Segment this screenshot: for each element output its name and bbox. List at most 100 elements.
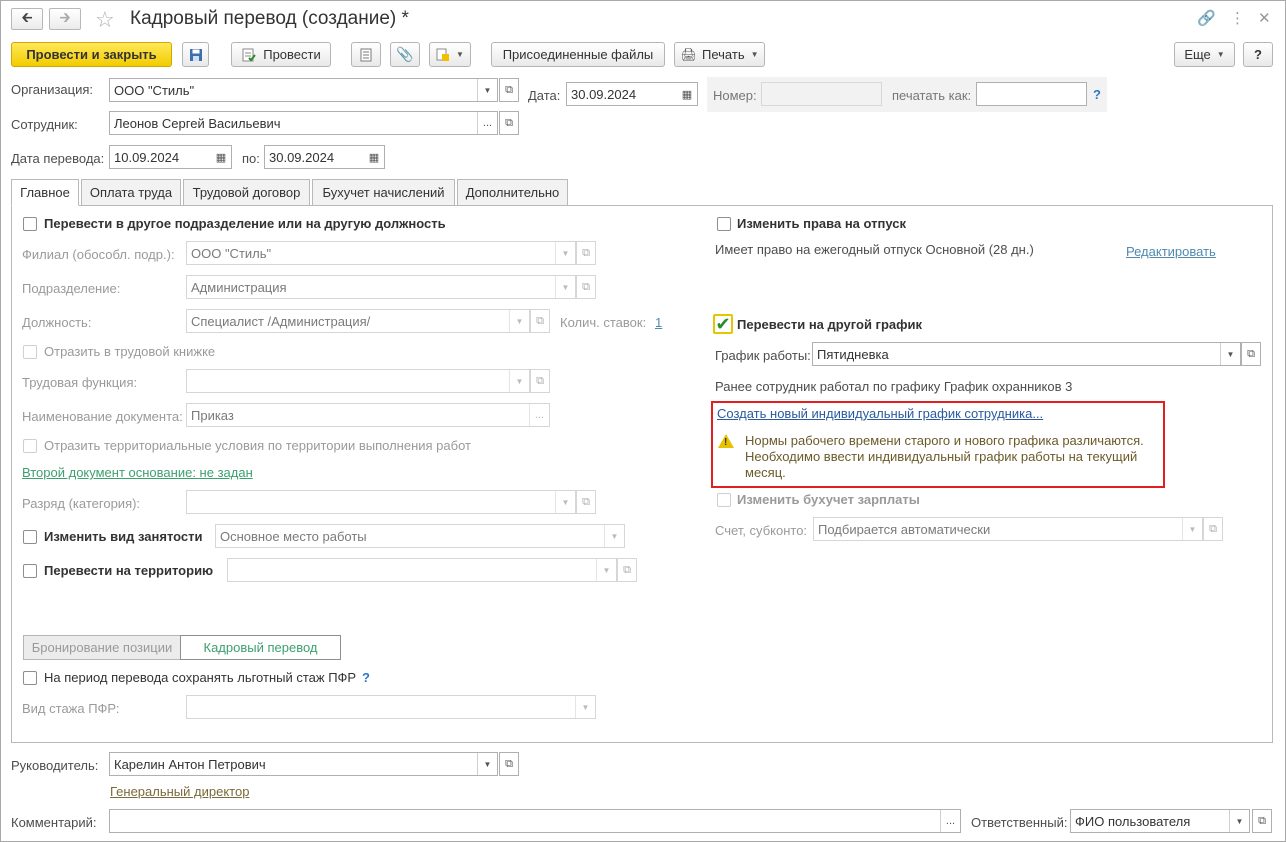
select-ellipsis-icon[interactable]: ...	[529, 404, 549, 426]
close-icon[interactable]: ✕	[1258, 9, 1271, 27]
tab-additional[interactable]: Дополнительно	[457, 179, 568, 206]
arrow-left-icon: 🡰	[21, 9, 33, 25]
post-and-close-button[interactable]: Провести и закрыть	[11, 42, 172, 67]
position-field[interactable]: Специалист /Администрация/ ▼	[186, 309, 530, 333]
create-based-on-button[interactable]: ▼	[429, 42, 471, 67]
post-icon	[242, 48, 257, 61]
tab-labor-contract[interactable]: Трудовой договор	[183, 179, 310, 206]
print-as-field[interactable]	[976, 82, 1087, 106]
more-button[interactable]: Еще ▼	[1174, 42, 1235, 67]
dropdown-icon[interactable]: ▼	[1220, 343, 1240, 365]
manager-open-button[interactable]: ⧉	[499, 752, 519, 776]
work-schedule-open-button[interactable]: ⧉	[1241, 342, 1261, 366]
link-icon[interactable]: 🔗	[1197, 9, 1216, 27]
branch-open-button[interactable]: ⧉	[576, 241, 596, 265]
account-field[interactable]: Подбирается автоматически ▼	[813, 517, 1203, 541]
department-open-button[interactable]: ⧉	[576, 275, 596, 299]
calendar-icon[interactable]: ▦	[211, 146, 231, 168]
open-icon: ⧉	[582, 246, 590, 259]
territorial-checkbox[interactable]	[23, 439, 37, 453]
territory-field[interactable]: ▼	[227, 558, 617, 582]
dropdown-icon[interactable]: ▼	[509, 370, 529, 392]
calendar-icon[interactable]: ▦	[364, 146, 384, 168]
vacation-edit-link[interactable]: Редактировать	[1126, 244, 1216, 259]
forward-button[interactable]: 🡲	[49, 8, 81, 30]
save-button[interactable]	[182, 42, 209, 67]
to-date-value: 30.09.2024	[269, 150, 335, 165]
employee-open-button[interactable]: ⧉	[499, 111, 519, 135]
pfr-keep-checkbox[interactable]	[23, 671, 37, 685]
tab-payment[interactable]: Оплата труда	[81, 179, 181, 206]
transfer-dept-checkbox[interactable]	[23, 217, 37, 231]
manager-position-link[interactable]: Генеральный директор	[110, 784, 249, 799]
journal-button[interactable]	[351, 42, 381, 67]
manager-field[interactable]: Карелин Антон Петрович ▼	[109, 752, 498, 776]
rates-link[interactable]: 1	[655, 315, 662, 330]
account-open-button[interactable]: ⧉	[1203, 517, 1223, 541]
pfr-kind-field[interactable]: ▼	[186, 695, 596, 719]
employment-type-field[interactable]: Основное место работы ▼	[215, 524, 625, 548]
create-schedule-link[interactable]: Создать новый индивидуальный график сотр…	[717, 406, 1043, 421]
booking-position-toggle[interactable]: Бронирование позиции	[23, 635, 181, 660]
doc-name-field[interactable]: Приказ ...	[186, 403, 550, 427]
grade-open-button[interactable]: ⧉	[576, 490, 596, 514]
employment-type-label: Изменить вид занятости	[44, 529, 203, 544]
select-ellipsis-icon[interactable]: ...	[477, 112, 497, 134]
employment-type-checkbox[interactable]	[23, 530, 37, 544]
pfr-help-icon[interactable]: ?	[362, 670, 370, 685]
post-button[interactable]: Провести	[231, 42, 331, 67]
branch-field[interactable]: ООО "Стиль" ▼	[186, 241, 576, 265]
dropdown-icon[interactable]: ▼	[555, 276, 575, 298]
favorite-star-icon[interactable]: ☆	[95, 7, 115, 33]
tab-main[interactable]: Главное	[11, 179, 79, 206]
organization-label: Организация:	[11, 82, 94, 97]
responsible-field[interactable]: ФИО пользователя ▼	[1070, 809, 1250, 833]
number-field[interactable]	[761, 82, 882, 106]
calendar-icon[interactable]: ▦	[677, 83, 697, 105]
territory-open-button[interactable]: ⧉	[617, 558, 637, 582]
to-date-field[interactable]: 30.09.2024 ▦	[264, 145, 385, 169]
labor-function-open-button[interactable]: ⧉	[530, 369, 550, 393]
salary-accounting-checkbox[interactable]	[717, 493, 731, 507]
organization-field[interactable]: ООО "Стиль" ▼	[109, 78, 498, 102]
number-help-icon[interactable]: ?	[1093, 87, 1101, 102]
dropdown-icon[interactable]: ▼	[575, 696, 595, 718]
print-button[interactable]: 🖨 Печать ▼	[674, 42, 765, 67]
responsible-open-button[interactable]: ⧉	[1252, 809, 1272, 833]
dropdown-icon[interactable]: ▼	[596, 559, 616, 581]
position-open-button[interactable]: ⧉	[530, 309, 550, 333]
attached-files-button[interactable]: Присоединенные файлы	[491, 42, 665, 67]
transfer-dept-label: Перевести в другое подразделение или на …	[44, 216, 446, 231]
grade-field[interactable]: ▼	[186, 490, 576, 514]
back-button[interactable]: 🡰	[11, 8, 43, 30]
dropdown-icon[interactable]: ▼	[555, 242, 575, 264]
dropdown-icon[interactable]: ▼	[509, 310, 529, 332]
dropdown-icon[interactable]: ▼	[555, 491, 575, 513]
help-button[interactable]: ?	[1243, 42, 1273, 67]
schedule-checkbox[interactable]: ✔	[713, 314, 733, 334]
date-field[interactable]: 30.09.2024 ▦	[566, 82, 698, 106]
dropdown-icon[interactable]: ▼	[477, 79, 497, 101]
organization-open-button[interactable]: ⧉	[499, 78, 519, 102]
second-doc-link[interactable]: Второй документ основание: не задан	[22, 465, 253, 480]
territory-checkbox[interactable]	[23, 564, 37, 578]
more-vertical-icon[interactable]: ⋮	[1230, 9, 1245, 27]
comment-field[interactable]: ...	[109, 809, 961, 833]
vacation-checkbox[interactable]	[717, 217, 731, 231]
dropdown-icon[interactable]: ▼	[1229, 810, 1249, 832]
dropdown-icon[interactable]: ▼	[604, 525, 624, 547]
select-ellipsis-icon[interactable]: ...	[940, 810, 960, 832]
date-label: Дата:	[528, 88, 561, 103]
printer-icon: 🖨	[680, 46, 697, 62]
labor-book-checkbox[interactable]	[23, 345, 37, 359]
department-field[interactable]: Администрация ▼	[186, 275, 576, 299]
attach-button[interactable]: 📎	[390, 42, 420, 67]
tab-accrual-accounting[interactable]: Бухучет начислений	[312, 179, 455, 206]
transfer-date-field[interactable]: 10.09.2024 ▦	[109, 145, 232, 169]
work-schedule-field[interactable]: Пятидневка ▼	[812, 342, 1241, 366]
labor-function-field[interactable]: ▼	[186, 369, 530, 393]
employee-field[interactable]: Леонов Сергей Васильевич ...	[109, 111, 498, 135]
dropdown-icon[interactable]: ▼	[1182, 518, 1202, 540]
personnel-transfer-toggle[interactable]: Кадровый перевод	[180, 635, 341, 660]
dropdown-icon[interactable]: ▼	[477, 753, 497, 775]
